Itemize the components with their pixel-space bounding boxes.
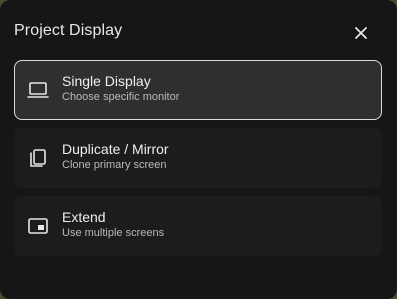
extend-screen-icon xyxy=(26,214,50,238)
option-label: Single Display xyxy=(62,73,151,89)
option-description: Clone primary screen xyxy=(62,159,167,171)
laptop-icon xyxy=(26,78,50,102)
close-icon xyxy=(355,27,367,39)
dialog-title: Project Display xyxy=(14,22,123,39)
option-description: Choose specific monitor xyxy=(62,91,180,103)
option-duplicate-mirror[interactable]: Duplicate / Mirror Clone primary screen xyxy=(14,128,382,188)
option-description: Use multiple screens xyxy=(62,227,165,239)
project-display-dialog: Project Display Single Display Choose sp… xyxy=(0,0,397,299)
option-extend[interactable]: Extend Use multiple screens xyxy=(14,196,382,256)
option-label: Duplicate / Mirror xyxy=(62,141,169,157)
option-single-display[interactable]: Single Display Choose specific monitor xyxy=(14,60,382,120)
option-label: Extend xyxy=(62,209,106,225)
copy-icon xyxy=(26,146,50,170)
close-button[interactable] xyxy=(349,21,373,45)
